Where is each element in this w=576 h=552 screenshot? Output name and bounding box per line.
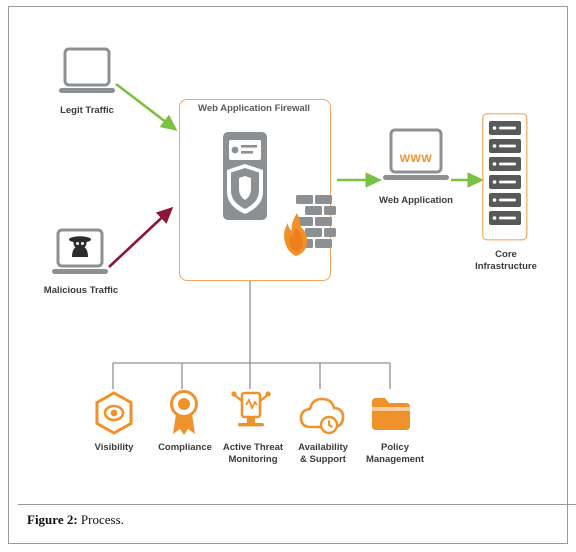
feature-tree-connector xyxy=(112,279,391,389)
eye-hexagon-icon xyxy=(95,391,133,435)
waf-title: Web Application Firewall xyxy=(198,103,310,114)
feature-label-policy-line2: Management xyxy=(365,454,425,465)
core-infrastructure-node xyxy=(482,113,528,241)
figure-caption-text: Process. xyxy=(77,512,124,527)
malicious-traffic-node xyxy=(52,228,108,280)
malicious-traffic-label: Malicious Traffic xyxy=(43,285,119,296)
shield-document-icon xyxy=(217,132,273,224)
folder-icon xyxy=(371,395,411,433)
web-application-label: Web Application xyxy=(379,195,453,206)
feature-label-avail-line2: & Support xyxy=(300,454,346,465)
cloud-clock-icon xyxy=(299,395,345,435)
feature-label-policy-line1: Policy xyxy=(381,442,409,453)
core-infrastructure-label: Core Infrastructure xyxy=(459,249,553,273)
feature-label-visibility: Visibility xyxy=(94,442,134,453)
monitoring-icon xyxy=(230,391,272,437)
award-ribbon-icon xyxy=(167,389,201,437)
feature-label-atm-line2: Monitoring xyxy=(228,454,278,465)
legit-traffic-node xyxy=(59,47,115,99)
figure-frame: Web Application Firewall Legit Traffic M… xyxy=(8,6,576,544)
arrow-malicious xyxy=(108,206,174,268)
feature-label-avail-line1: Availability xyxy=(298,442,348,453)
feature-label-atm-line1: Active Threat xyxy=(222,442,284,453)
feature-label-compliance: Compliance xyxy=(158,442,212,453)
figure-caption-label: Figure 2: xyxy=(27,512,78,527)
process-diagram: Web Application Firewall Legit Traffic M… xyxy=(19,17,557,499)
feature-label-policy-management: Policy Management xyxy=(356,442,434,466)
core-infrastructure-label-line1: Core xyxy=(495,249,517,260)
figure-page: Web Application Firewall Legit Traffic M… xyxy=(0,0,576,552)
figure-caption: Figure 2: Process. xyxy=(27,512,567,528)
feature-label-active-threat-monitoring: Active Threat Monitoring xyxy=(215,442,291,466)
caption-divider xyxy=(18,504,576,505)
flame-icon xyxy=(283,213,309,257)
web-application-screen-text: WWW xyxy=(399,153,433,165)
feature-label-availability-support: Availability & Support xyxy=(285,442,361,466)
legit-traffic-label: Legit Traffic xyxy=(60,105,114,116)
core-infrastructure-label-line2: Infrastructure xyxy=(475,261,537,272)
